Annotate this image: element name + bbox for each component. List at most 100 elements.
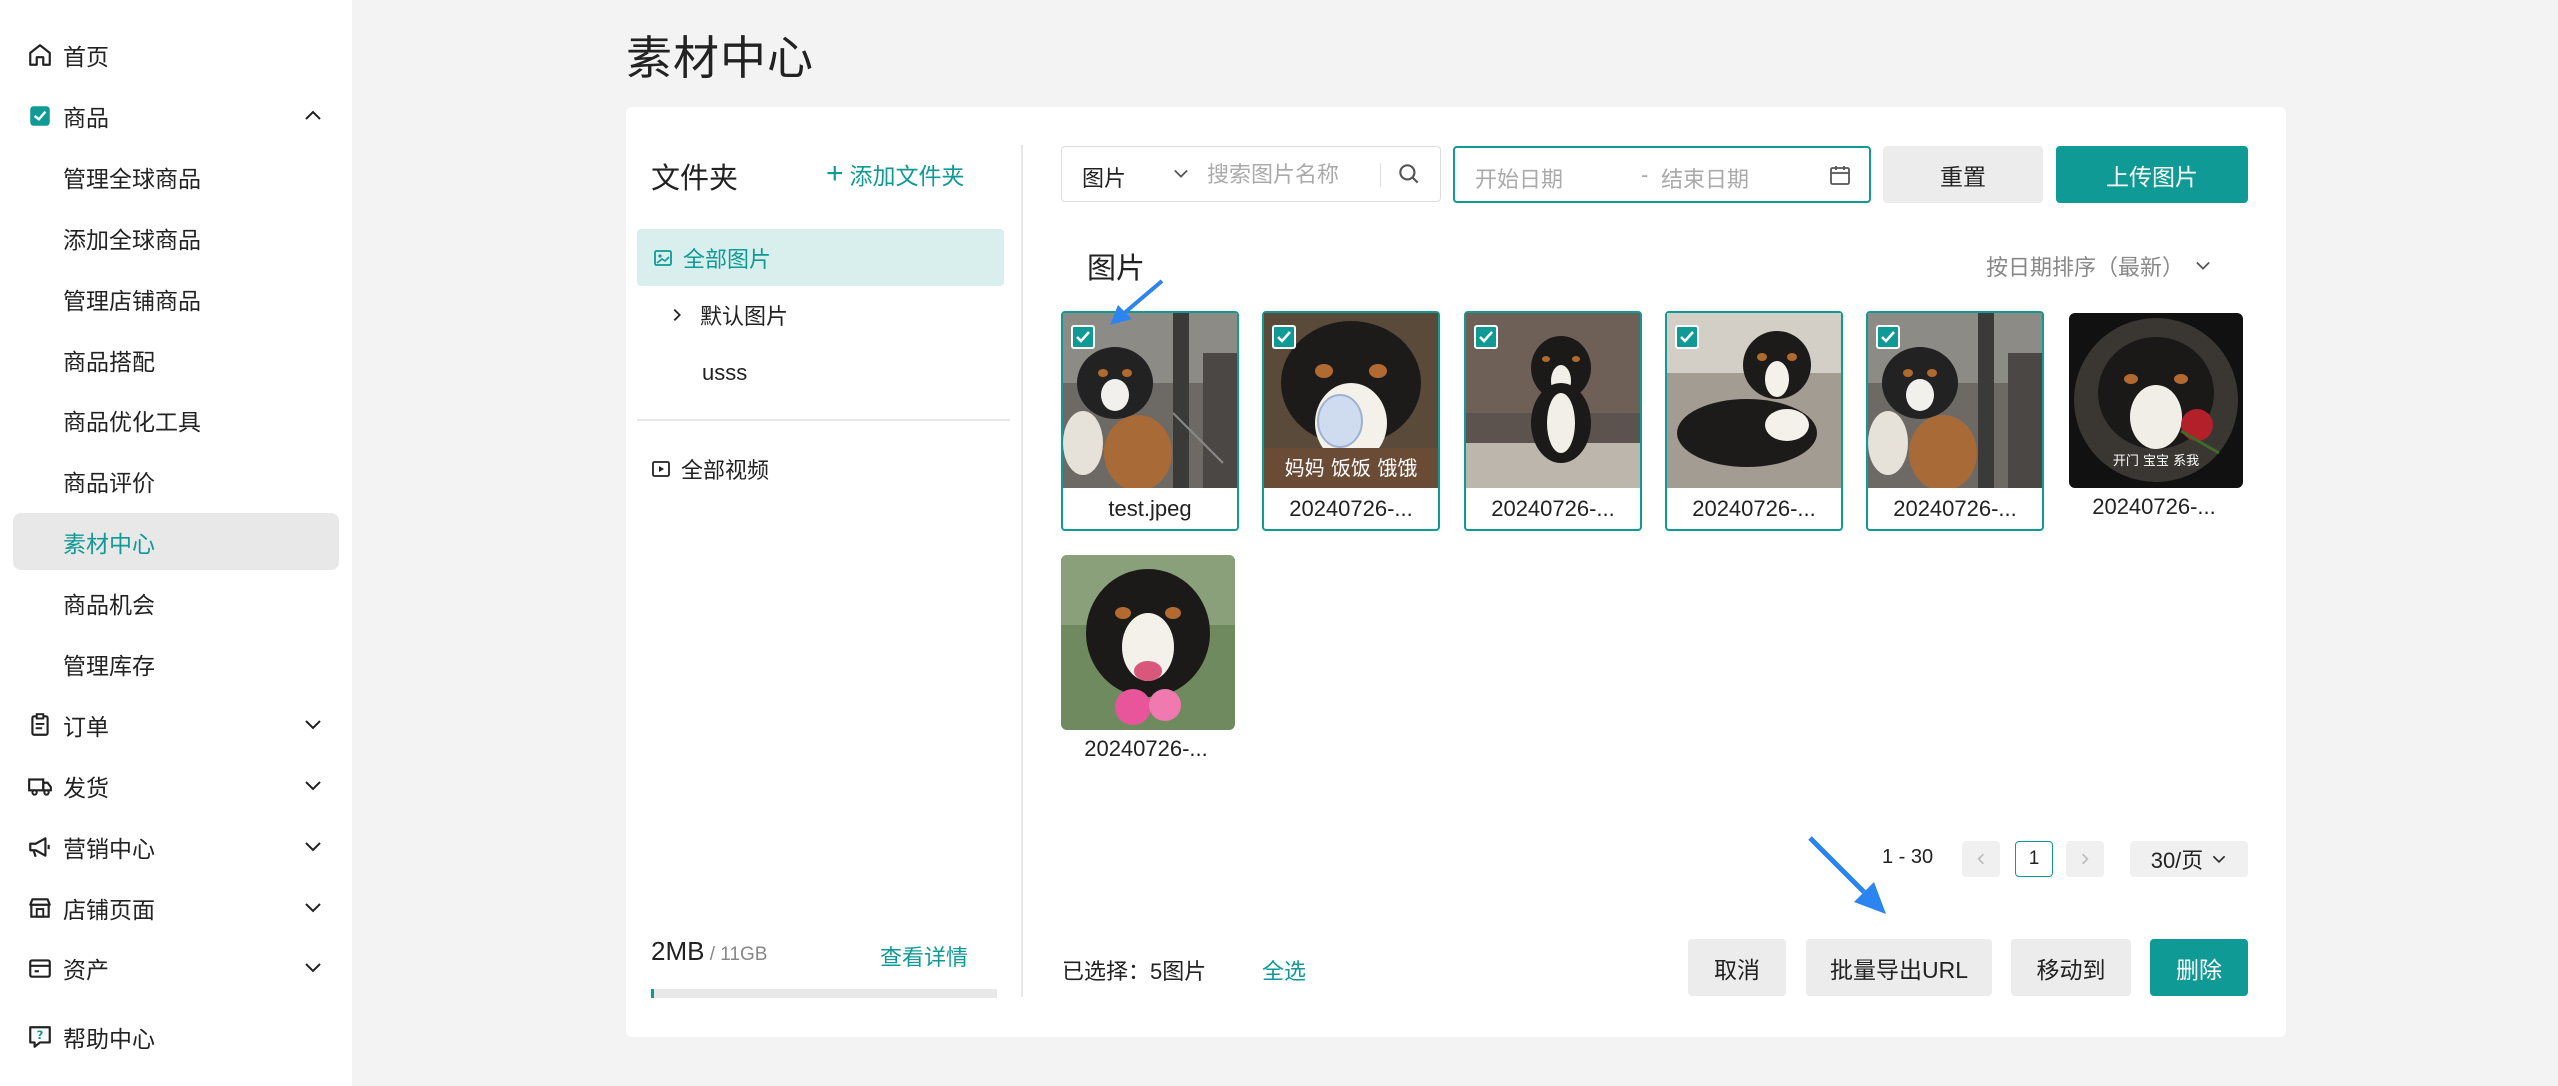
page-title: 素材中心 bbox=[626, 32, 814, 84]
order-icon bbox=[31, 713, 49, 736]
date-separator: - bbox=[1641, 162, 1649, 187]
search-separator bbox=[1380, 163, 1381, 187]
checkbox-checked[interactable] bbox=[1272, 325, 1296, 349]
folder-label: 默认图片 bbox=[700, 303, 789, 329]
sidebar-item-add-global-products[interactable]: 添加全球商品 bbox=[13, 209, 339, 266]
sidebar-item-products[interactable]: 商品 bbox=[13, 87, 339, 144]
sidebar-item-label: 商品 bbox=[63, 104, 109, 131]
sidebar-item-label: 首页 bbox=[63, 43, 109, 70]
page-size-select[interactable]: 30/页 bbox=[2130, 841, 2248, 877]
sidebar-item-label: 添加全球商品 bbox=[63, 226, 201, 253]
checkbox-checked[interactable] bbox=[1876, 325, 1900, 349]
image-card[interactable]: 20240726-... bbox=[1464, 311, 1642, 531]
reset-button[interactable]: 重置 bbox=[1883, 146, 2043, 203]
prev-page-button[interactable] bbox=[1962, 841, 2000, 877]
store-icon bbox=[29, 898, 51, 918]
sidebar-item-product-opportunities[interactable]: 商品机会 bbox=[13, 574, 339, 631]
sidebar-item-optimization-tools[interactable]: 商品优化工具 bbox=[13, 391, 339, 448]
sidebar-item-label: 管理全球商品 bbox=[63, 165, 201, 192]
sidebar-item-shipping[interactable]: 发货 bbox=[13, 757, 339, 814]
export-url-button[interactable]: 批量导出URL bbox=[1806, 939, 1992, 996]
sidebar-item-assets[interactable]: 资产 bbox=[13, 939, 339, 996]
select-all-link[interactable]: 全选 bbox=[1262, 954, 1306, 986]
checkbox-checked[interactable] bbox=[1675, 325, 1699, 349]
sidebar-item-label: 发货 bbox=[63, 774, 109, 801]
sidebar-item-label: 帮助中心 bbox=[63, 1025, 155, 1052]
page-size-label: 30/页 bbox=[2150, 848, 2204, 873]
sort-dropdown[interactable]: 按日期排序（最新） bbox=[1986, 250, 2212, 282]
sidebar-item-product-reviews[interactable]: 商品评价 bbox=[13, 452, 339, 509]
panel-divider bbox=[1021, 145, 1023, 997]
check-icon bbox=[1277, 331, 1291, 343]
image-name: 20240726-... bbox=[1289, 496, 1413, 521]
annotation-arrow-icon bbox=[1110, 279, 1164, 325]
chevron-down-icon[interactable] bbox=[1172, 167, 1190, 181]
storage-progress-fill bbox=[651, 989, 655, 998]
sidebar: 首页 商品 管理全球商品 添加全球商品 管理店铺商品 商品搭配 商品优化工具 商… bbox=[0, 0, 352, 1086]
folder-default-images[interactable]: 默认图片 bbox=[668, 286, 1008, 343]
chevron-down-icon bbox=[305, 903, 321, 913]
sidebar-item-manage-inventory[interactable]: 管理库存 bbox=[13, 635, 339, 692]
search-icon[interactable] bbox=[1396, 161, 1422, 187]
checkbox-checked[interactable] bbox=[1474, 325, 1498, 349]
search-input[interactable] bbox=[1207, 159, 1387, 191]
selection-count: 已选择：5图片 bbox=[1062, 959, 1207, 984]
image-card[interactable]: test.jpeg bbox=[1061, 311, 1239, 531]
storage-used: 2MB bbox=[651, 936, 705, 966]
end-date-field[interactable]: 结束日期 bbox=[1661, 162, 1749, 194]
image-card[interactable]: 20240726-... bbox=[1059, 553, 1237, 773]
sidebar-item-label: 店铺页面 bbox=[63, 896, 155, 923]
sidebar-item-home[interactable]: 首页 bbox=[13, 26, 339, 83]
image-thumbnail: 开门 宝宝 系我 bbox=[2069, 313, 2243, 488]
chevron-down-icon bbox=[2196, 261, 2210, 270]
sidebar-item-label: 商品机会 bbox=[63, 591, 155, 618]
sidebar-item-marketing[interactable]: 营销中心 bbox=[13, 818, 339, 875]
start-date-field[interactable]: 开始日期 bbox=[1475, 162, 1563, 194]
image-card[interactable]: 妈妈 饭饭 饿饿 20240726-... bbox=[1262, 311, 1440, 531]
folder-all-videos[interactable]: 全部视频 bbox=[651, 440, 1001, 497]
folder-panel-title: 文件夹 bbox=[651, 163, 739, 195]
sidebar-item-manage-store-products[interactable]: 管理店铺商品 bbox=[13, 270, 339, 327]
image-card[interactable]: 20240726-... bbox=[1665, 311, 1843, 531]
calendar-icon[interactable] bbox=[1828, 163, 1852, 187]
upload-image-button[interactable]: 上传图片 bbox=[2056, 146, 2248, 203]
folder-usss[interactable]: usss bbox=[702, 344, 1002, 401]
sidebar-item-help-center[interactable]: ? 帮助中心 bbox=[13, 1008, 339, 1065]
image-card[interactable]: 开门 宝宝 系我 20240726-... bbox=[2067, 311, 2245, 531]
date-range-picker[interactable]: 开始日期 - 结束日期 bbox=[1453, 146, 1871, 203]
sidebar-item-media-center[interactable]: 素材中心 bbox=[13, 513, 339, 570]
folder-all-images[interactable]: 全部图片 bbox=[637, 229, 1004, 286]
page-number-button[interactable]: 1 bbox=[2015, 841, 2053, 877]
image-icon bbox=[654, 249, 672, 266]
sidebar-item-manage-global-products[interactable]: 管理全球商品 bbox=[13, 148, 339, 205]
image-name: 20240726-... bbox=[2092, 494, 2216, 519]
chevron-down-icon bbox=[305, 842, 321, 852]
media-type-select[interactable]: 图片 bbox=[1082, 161, 1126, 193]
add-folder-label: 添加文件夹 bbox=[849, 163, 965, 189]
chevron-down-icon bbox=[2213, 855, 2226, 863]
image-name: 20240726-... bbox=[1084, 736, 1208, 761]
check-icon bbox=[1479, 331, 1493, 343]
next-page-button[interactable] bbox=[2066, 841, 2104, 877]
annotation-arrow-icon bbox=[1808, 836, 1886, 914]
move-to-button[interactable]: 移动到 bbox=[2011, 939, 2131, 996]
sidebar-item-product-bundles[interactable]: 商品搭配 bbox=[13, 331, 339, 388]
add-folder-button[interactable]: + 添加文件夹 bbox=[826, 157, 965, 191]
image-card[interactable]: 20240726-... bbox=[1866, 311, 2044, 531]
chevron-down-icon bbox=[305, 720, 321, 730]
check-icon bbox=[1680, 331, 1694, 343]
check-icon bbox=[1076, 331, 1090, 343]
image-name: 20240726-... bbox=[1491, 496, 1615, 521]
megaphone-icon bbox=[29, 837, 50, 858]
storage-detail-link[interactable]: 查看详情 bbox=[880, 940, 968, 972]
checkbox-checked[interactable] bbox=[1071, 325, 1095, 349]
help-icon: ? bbox=[29, 1026, 51, 1048]
sidebar-item-store-pages[interactable]: 店铺页面 bbox=[13, 879, 339, 936]
delete-button[interactable]: 删除 bbox=[2150, 939, 2248, 996]
cancel-button[interactable]: 取消 bbox=[1688, 939, 1786, 996]
image-name: test.jpeg bbox=[1108, 496, 1192, 521]
sort-label: 按日期排序（最新） bbox=[1986, 255, 2185, 280]
sidebar-item-orders[interactable]: 订单 bbox=[13, 696, 339, 753]
storage-usage: 2MB / 11GB bbox=[651, 936, 767, 967]
plus-icon: + bbox=[826, 157, 844, 190]
